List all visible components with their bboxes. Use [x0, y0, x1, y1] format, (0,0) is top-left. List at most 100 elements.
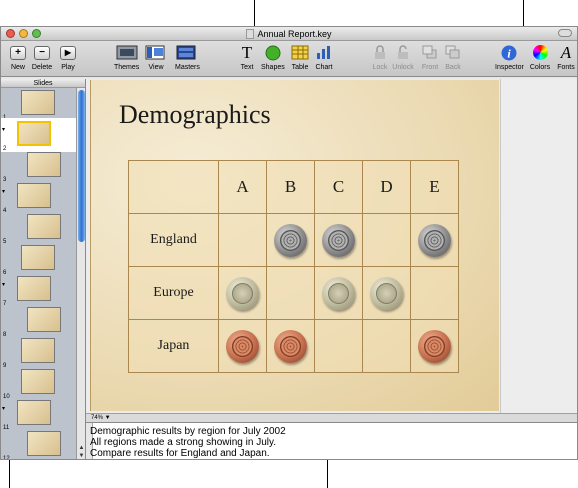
disclosure-triangle[interactable]: ▾: [2, 281, 5, 288]
navigator-scroll-thumb[interactable]: [78, 90, 85, 242]
scroll-up-arrow[interactable]: ▲: [78, 445, 85, 452]
slide-thumbnail-11[interactable]: ▾ 11: [1, 397, 77, 431]
play-button[interactable]: ▶ Play: [57, 44, 79, 71]
slide-thumbnail-1[interactable]: 1: [1, 87, 77, 121]
table-cell[interactable]: [218, 319, 267, 373]
view-button[interactable]: View: [145, 44, 167, 71]
column-header[interactable]: B: [266, 160, 315, 214]
table-cell[interactable]: [362, 319, 411, 373]
table-cell[interactable]: [410, 266, 459, 320]
table-cell[interactable]: [362, 213, 411, 267]
slide[interactable]: Demographics A B C D E England Europe Japan: [90, 80, 499, 411]
table-button[interactable]: Table: [289, 44, 311, 71]
table-header-row: ABCDE: [128, 160, 459, 214]
front-button[interactable]: Front: [419, 44, 441, 71]
unlock-button[interactable]: Unlock: [392, 44, 414, 71]
text-button[interactable]: T Text: [236, 43, 258, 72]
demographics-table[interactable]: A B C D E England Europe Japan: [128, 160, 459, 373]
table-cell[interactable]: [218, 266, 267, 320]
table-cell[interactable]: [266, 319, 315, 373]
document-icon: [246, 28, 255, 39]
masters-button[interactable]: Masters: [175, 44, 200, 71]
table-cell[interactable]: [410, 213, 459, 267]
themes-button[interactable]: Themes: [114, 44, 139, 71]
back-button[interactable]: Back: [442, 44, 464, 71]
slide-thumbnail-7[interactable]: ▾ 7: [1, 273, 77, 307]
plus-icon: +: [10, 45, 26, 60]
row-header[interactable]: Europe: [128, 266, 219, 320]
table-cell[interactable]: [314, 319, 363, 373]
slide-thumbnail-5[interactable]: 5: [1, 211, 77, 245]
table-cell[interactable]: [410, 319, 459, 373]
slide-thumbnail-8[interactable]: 8: [1, 304, 77, 338]
table-cell[interactable]: [266, 213, 315, 267]
notes-pane[interactable]: Demographic results by region for July 2…: [86, 422, 577, 459]
slide-thumbnail-image: [21, 90, 55, 115]
table-row: England: [128, 213, 459, 267]
slide-thumbnail-image: [27, 431, 61, 456]
slide-thumbnail-image: [21, 369, 55, 394]
column-header[interactable]: C: [314, 160, 363, 214]
slide-thumbnail-10[interactable]: 10: [1, 366, 77, 400]
coin-eu-icon: [226, 276, 259, 310]
slide-thumbnail-3[interactable]: 3: [1, 149, 77, 183]
table-cell[interactable]: [314, 213, 363, 267]
shapes-button[interactable]: Shapes: [261, 44, 285, 71]
slide-thumbnail-image: [21, 245, 55, 270]
zoom-popup[interactable]: 74% ▼: [91, 414, 111, 422]
slide-thumbnail-4[interactable]: ▾ 4: [1, 180, 77, 214]
coin-jp-icon: [274, 329, 307, 363]
send-back-icon: [445, 45, 460, 59]
slide-number: 12: [3, 456, 10, 460]
notes-line: Demographic results by region for July 2…: [90, 426, 286, 437]
chart-icon: [317, 46, 330, 59]
disclosure-triangle[interactable]: ▾: [2, 405, 5, 412]
inspector-button[interactable]: i Inspector: [495, 44, 524, 71]
slide-thumbnail-image: [17, 400, 51, 425]
table-cell[interactable]: [362, 266, 411, 320]
slide-title[interactable]: Demographics: [119, 100, 271, 130]
column-header[interactable]: A: [218, 160, 267, 214]
slide-thumbnail-image: [17, 183, 51, 208]
table-corner-cell[interactable]: [128, 160, 219, 214]
row-header[interactable]: Japan: [128, 319, 219, 373]
lock-button[interactable]: Lock: [369, 44, 391, 71]
slide-thumbnail-image: [17, 121, 51, 146]
notes-text[interactable]: Demographic results by region for July 2…: [90, 426, 286, 459]
notes-line: All regions made a strong showing in Jul…: [90, 437, 277, 448]
slide-thumbnail-6[interactable]: 6: [1, 242, 77, 276]
column-header[interactable]: E: [410, 160, 459, 214]
color-wheel-icon: [532, 45, 548, 60]
slide-thumbnail-image: [27, 214, 61, 239]
toolbar-toggle-button[interactable]: [558, 29, 572, 37]
slide-thumbnail-image: [17, 276, 51, 301]
coin-eu-icon: [370, 276, 403, 310]
disclosure-triangle[interactable]: ▾: [2, 126, 5, 133]
info-icon: i: [501, 45, 517, 60]
scroll-down-arrow[interactable]: ▼: [78, 453, 85, 459]
column-header[interactable]: D: [362, 160, 411, 214]
coin-jp-icon: [418, 329, 451, 363]
delete-button[interactable]: − Delete: [31, 44, 53, 71]
slide-thumbnail-2[interactable]: ▾ 2: [1, 118, 77, 152]
fonts-button[interactable]: A Fonts: [555, 43, 577, 72]
table-cell[interactable]: [314, 266, 363, 320]
bring-front-icon: [422, 45, 437, 59]
toolbar: + New − Delete ▶ Play Themes View Masters T…: [1, 41, 577, 77]
play-icon: ▶: [60, 45, 76, 60]
row-header[interactable]: England: [128, 213, 219, 267]
window-title: Annual Report.key: [257, 28, 332, 39]
new-button[interactable]: + New: [7, 44, 29, 71]
coin-eu-icon: [322, 276, 355, 310]
colors-button[interactable]: Colors: [529, 44, 551, 71]
table-cell[interactable]: [266, 266, 315, 320]
chart-button[interactable]: Chart: [313, 44, 335, 71]
slide-thumbnail-12[interactable]: 12: [1, 428, 77, 460]
table-cell[interactable]: [218, 213, 267, 267]
coin-uk-icon: [322, 223, 355, 257]
navigator-scrollbar[interactable]: ▲ ▼: [76, 88, 85, 459]
slide-thumbnail-9[interactable]: 9: [1, 335, 77, 369]
disclosure-triangle[interactable]: ▾: [2, 188, 5, 195]
themes-icon: [116, 45, 138, 60]
table-row: Japan: [128, 319, 459, 373]
